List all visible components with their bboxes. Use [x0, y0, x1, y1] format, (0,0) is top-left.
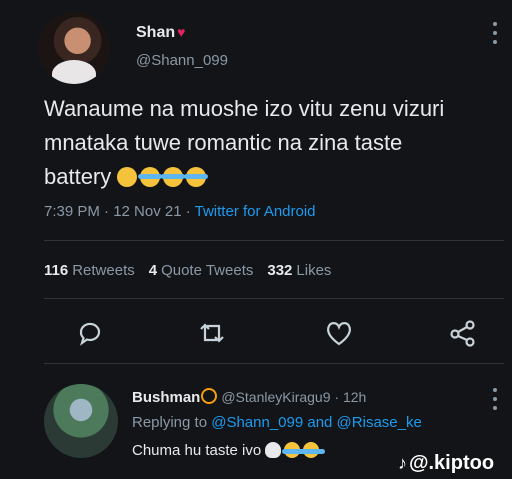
heart-icon: ♥ — [177, 24, 186, 40]
quotes-count: 4 — [148, 262, 158, 279]
reply-handle-time[interactable]: @StanleyKiragu9 · 12h — [221, 389, 366, 405]
replying-to: Replying to @Shann_099 and @Risase_ke — [132, 414, 422, 431]
handle[interactable]: @Shann_099 — [136, 52, 228, 69]
divider — [44, 363, 504, 364]
magnifier-emoji-icon — [201, 388, 218, 404]
like-icon[interactable] — [324, 318, 354, 348]
tweet-meta: 7:39 PM · 12 Nov 21 · Twitter for Androi… — [44, 203, 316, 220]
tears-of-joy-emoji-icon — [184, 167, 209, 187]
replying-prefix: Replying to — [132, 414, 212, 431]
retweets-stat[interactable]: 116 Retweets — [44, 262, 135, 279]
likes-label: Likes — [296, 262, 332, 279]
tiktok-icon: ♪ — [398, 453, 407, 473]
timestamp: 7:39 PM · 12 Nov 21 · — [44, 203, 195, 220]
more-icon[interactable] — [492, 22, 498, 44]
reply-text: Chuma hu taste ivo — [132, 442, 326, 459]
source-link[interactable]: Twitter for Android — [195, 203, 316, 220]
display-name[interactable]: Shan ♥ — [136, 24, 185, 42]
tweet-actions — [0, 318, 512, 348]
tweet-text-line3: battery — [44, 160, 504, 194]
likes-count: 332 — [267, 262, 293, 279]
tiktok-watermark: ♪ @.kiptoo — [398, 452, 494, 475]
reply-avatar[interactable] — [44, 384, 118, 458]
tweet-stats: 116 Retweets 4 Quote Tweets 332 Likes — [44, 262, 331, 279]
divider — [44, 298, 504, 299]
tweet-text-line2: mnataka tuwe romantic na zina taste — [44, 130, 403, 155]
more-icon[interactable] — [492, 388, 498, 410]
skull-emoji-icon — [265, 442, 282, 458]
divider — [44, 240, 504, 241]
replying-users[interactable]: @Shann_099 and @Risase_ke — [211, 414, 422, 431]
tweet-text: Wanaume na muoshe izo vitu zenu vizuri m… — [44, 92, 504, 194]
smirk-emoji-icon — [117, 167, 138, 187]
tears-of-joy-emoji-icon — [301, 442, 326, 458]
watermark-text: @.kiptoo — [409, 452, 495, 474]
retweets-label: Retweets — [72, 262, 135, 279]
reply-display-name[interactable]: Bushman — [132, 389, 200, 406]
likes-stat[interactable]: 332 Likes — [267, 262, 331, 279]
tears-of-joy-emoji-icon — [282, 442, 307, 458]
tears-of-joy-emoji-icon — [161, 167, 186, 187]
tweet-text-line1: Wanaume na muoshe izo vitu zenu vizuri — [44, 96, 445, 121]
quotes-label: Quote Tweets — [161, 262, 254, 279]
reply-header: Bushman @StanleyKiragu9 · 12h — [132, 388, 366, 406]
share-icon[interactable] — [448, 318, 478, 348]
reply-icon[interactable] — [75, 318, 105, 348]
reply-text-content: Chuma hu taste ivo — [132, 442, 262, 459]
avatar[interactable] — [38, 12, 110, 84]
display-name-text[interactable]: Shan — [136, 24, 175, 41]
tears-of-joy-emoji-icon — [138, 167, 163, 187]
retweets-count: 116 — [44, 262, 69, 279]
retweet-icon[interactable] — [197, 318, 227, 348]
quotes-stat[interactable]: 4 Quote Tweets — [149, 262, 254, 279]
tweet-text-line3-text: battery — [44, 164, 112, 189]
